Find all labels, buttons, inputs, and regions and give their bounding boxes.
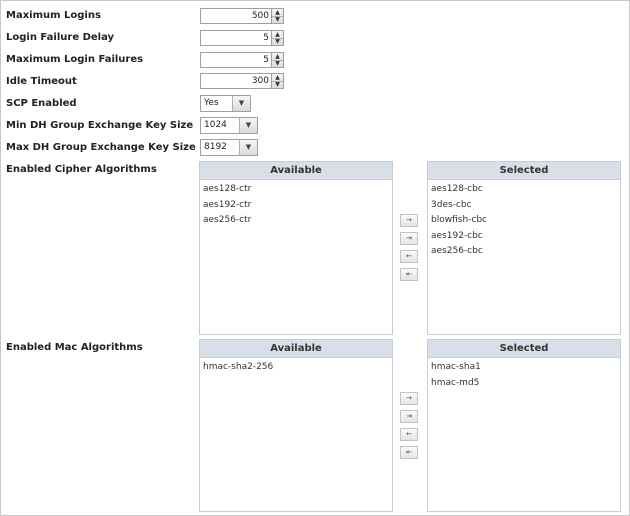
max-login-failures-arrows: ▲ ▼ (271, 52, 284, 68)
max-dh-label: Max DH Group Exchange Key Size (6, 142, 196, 153)
move-all-left-icon[interactable]: ⇤ (400, 268, 418, 281)
mac-selected-header: Selected (428, 340, 620, 358)
spinner-down-icon[interactable]: ▼ (272, 38, 283, 45)
list-item[interactable]: aes256-cbc (428, 244, 620, 260)
login-failure-delay-spinner: 5 ▲ ▼ (200, 30, 286, 46)
mac-available-header: Available (200, 340, 392, 358)
scp-enabled-label: SCP Enabled (6, 98, 77, 109)
cipher-selected-header: Selected (428, 162, 620, 180)
move-right-icon[interactable]: → (400, 392, 418, 405)
list-item[interactable]: hmac-sha1 (428, 360, 620, 376)
spinner-down-icon[interactable]: ▼ (272, 81, 283, 88)
max-login-failures-label: Maximum Login Failures (6, 54, 144, 65)
scp-enabled-value: Yes (204, 98, 219, 108)
max-dh-value: 8192 (204, 142, 227, 152)
mac-available-list: Available hmac-sha2-256 (199, 339, 393, 512)
max-logins-arrows: ▲ ▼ (271, 8, 284, 24)
spinner-down-icon[interactable]: ▼ (272, 60, 283, 67)
list-item[interactable]: aes128-ctr (200, 182, 392, 198)
mac-selected-list: Selected hmac-sha1 hmac-md5 (427, 339, 621, 512)
spinner-down-icon[interactable]: ▼ (272, 16, 283, 23)
move-all-right-icon[interactable]: ⇥ (400, 410, 418, 423)
cipher-available-list: Available aes128-ctr aes192-ctr aes256-c… (199, 161, 393, 335)
list-item[interactable]: aes192-cbc (428, 229, 620, 245)
chevron-down-icon[interactable]: ▼ (232, 96, 250, 111)
cipher-algorithms-label: Enabled Cipher Algorithms (6, 164, 157, 175)
move-all-right-icon[interactable]: ⇥ (400, 232, 418, 245)
max-login-failures-input[interactable]: 5 (200, 52, 271, 68)
move-right-icon[interactable]: → (400, 214, 418, 227)
min-dh-select[interactable]: 1024 ▼ (200, 117, 258, 134)
mac-algorithms-label: Enabled Mac Algorithms (6, 342, 143, 353)
max-login-failures-spinner: 5 ▲ ▼ (200, 52, 286, 68)
idle-timeout-input[interactable]: 300 (200, 73, 271, 89)
cipher-available-header: Available (200, 162, 392, 180)
chevron-down-icon[interactable]: ▼ (239, 118, 257, 133)
move-left-icon[interactable]: ← (400, 250, 418, 263)
list-item[interactable]: aes256-ctr (200, 213, 392, 229)
list-item[interactable]: 3des-cbc (428, 198, 620, 214)
idle-timeout-spinner: 300 ▲ ▼ (200, 73, 286, 89)
login-failure-delay-input[interactable]: 5 (200, 30, 271, 46)
max-logins-input[interactable]: 500 (200, 8, 271, 24)
max-logins-label: Maximum Logins (6, 10, 101, 21)
chevron-down-icon[interactable]: ▼ (239, 140, 257, 155)
min-dh-value: 1024 (204, 120, 227, 130)
ssh-settings-form: Maximum Logins 500 ▲ ▼ Login Failure Del… (0, 0, 630, 516)
list-item[interactable]: blowfish-cbc (428, 213, 620, 229)
list-item[interactable]: hmac-sha2-256 (200, 360, 392, 376)
idle-timeout-label: Idle Timeout (6, 76, 77, 87)
max-logins-spinner: 500 ▲ ▼ (200, 8, 286, 24)
move-left-icon[interactable]: ← (400, 428, 418, 441)
max-dh-select[interactable]: 8192 ▼ (200, 139, 258, 156)
login-failure-delay-arrows: ▲ ▼ (271, 30, 284, 46)
move-all-left-icon[interactable]: ⇤ (400, 446, 418, 459)
scp-enabled-select[interactable]: Yes ▼ (200, 95, 251, 112)
cipher-selected-list: Selected aes128-cbc 3des-cbc blowfish-cb… (427, 161, 621, 335)
list-item[interactable]: aes192-ctr (200, 198, 392, 214)
login-failure-delay-label: Login Failure Delay (6, 32, 115, 43)
list-item[interactable]: hmac-md5 (428, 376, 620, 392)
min-dh-label: Min DH Group Exchange Key Size (6, 120, 194, 131)
list-item[interactable]: aes128-cbc (428, 182, 620, 198)
idle-timeout-arrows: ▲ ▼ (271, 73, 284, 89)
